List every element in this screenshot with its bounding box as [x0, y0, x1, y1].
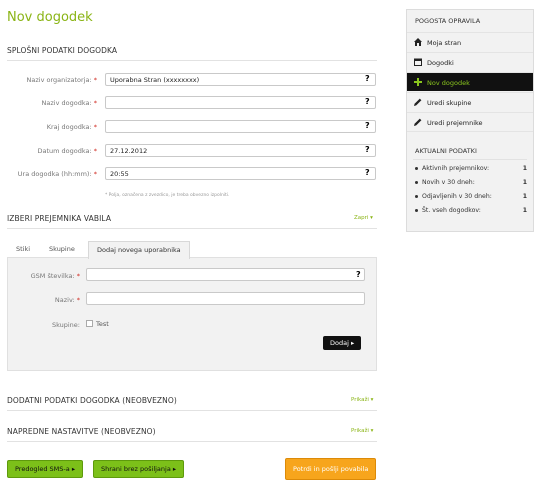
event-place-field[interactable] [105, 120, 376, 133]
pencil-icon [414, 98, 422, 106]
sidebar-item-label: Uredi prejemnike [427, 119, 483, 127]
sidebar-title: POGOSTA OPRAVILA [415, 17, 481, 25]
plus-icon [414, 78, 422, 86]
help-icon[interactable]: ? [365, 145, 370, 154]
page-title: Nov dogodek [7, 10, 93, 25]
sidebar-item-my-page[interactable]: Moja stran [407, 32, 533, 51]
expand-toggle-extra[interactable]: Prikaži ▾ [351, 397, 373, 403]
preview-sms-button[interactable]: Predogled SMS-a ▸ [7, 460, 84, 478]
group-option-label: Test [96, 320, 109, 328]
event-name-field[interactable] [105, 96, 376, 109]
calendar-icon [414, 58, 422, 66]
stats-title: AKTUALNI PODATKI [415, 147, 477, 155]
event-place-label: Kraj dogodka: * [46, 123, 97, 131]
groups-label: Skupine: [51, 321, 80, 329]
divider [7, 441, 377, 442]
stat-unsubscribed-30-days: Odjavljenih v 30 dneh: 1 [407, 193, 533, 200]
section-title-extra: DODATNI PODATKI DOGODKA (NEOBVEZNO) [7, 396, 177, 405]
sidebar-item-label: Moja stran [427, 39, 462, 47]
gsm-label: GSM številka: * [30, 272, 80, 280]
name-field[interactable] [86, 292, 365, 305]
event-date-label: Datum dogodka: * [37, 147, 97, 155]
section-title-advanced: NAPREDNE NASTAVITVE (NEOBVEZNO) [7, 427, 156, 436]
sidebar-item-label: Uredi skupine [427, 99, 472, 107]
stat-new-30-days: Novih v 30 dneh: 1 [407, 179, 533, 186]
help-icon[interactable]: ? [365, 97, 370, 106]
sidebar-item-edit-recipients[interactable]: Uredi prejemnike [407, 112, 533, 132]
add-button[interactable]: Dodaj ▸ [323, 336, 362, 350]
section-title-general: SPLOŠNI PODATKI DOGODKA [7, 46, 118, 55]
divider [7, 228, 377, 229]
tab-add-user[interactable]: Dodaj novega uporabnika [88, 241, 190, 259]
name-label: Naziv: * [54, 296, 80, 304]
sidebar-item-label: Nov dogodek [427, 79, 470, 87]
divider [7, 60, 377, 61]
tab-groups[interactable]: Skupine [49, 241, 75, 258]
event-time-label: Ura dogodka (hh:mm): * [17, 170, 97, 178]
home-icon [414, 38, 422, 46]
stat-active-recipients: Aktivnih prejemnikov: 1 [407, 165, 533, 172]
collapse-toggle[interactable]: Zapri ▾ [354, 215, 373, 221]
help-icon[interactable]: ? [365, 74, 370, 83]
confirm-send-button[interactable]: Potrdi in pošlji povabila [285, 458, 377, 480]
help-icon[interactable]: ? [356, 270, 361, 279]
section-title-recipients: IZBERI PREJEMNIKA VABILA [7, 214, 112, 223]
sidebar-item-label: Dogodki [427, 59, 454, 67]
event-time-field[interactable]: 20:55 [105, 167, 376, 180]
save-without-sending-button[interactable]: Shrani brez pošiljanja ▸ [93, 460, 185, 478]
stat-total-events: Št. vseh dogodkov: 1 [407, 207, 533, 214]
pencil-icon [414, 118, 422, 126]
organizer-field[interactable]: Uporabna Stran (xxxxxxxx) [105, 73, 376, 86]
help-icon[interactable]: ? [365, 168, 370, 177]
event-date-field[interactable]: 27.12.2012 [105, 144, 376, 157]
divider [413, 159, 527, 160]
group-checkbox[interactable] [86, 320, 93, 327]
tab-contacts[interactable]: Stiki [16, 241, 30, 258]
expand-toggle-advanced[interactable]: Prikaži ▾ [351, 428, 373, 434]
event-name-label: Naziv dogodka: * [41, 99, 97, 107]
gsm-field[interactable] [86, 268, 365, 281]
sidebar-item-new-event[interactable]: Nov dogodek [407, 72, 533, 91]
sidebar-item-events[interactable]: Dogodki [407, 52, 533, 71]
sidebar-item-edit-groups[interactable]: Uredi skupine [407, 92, 533, 111]
required-note: * Polja, označena z zvezdico, je treba o… [105, 193, 230, 198]
organizer-label: Naziv organizatorja: * [26, 76, 97, 84]
help-icon[interactable]: ? [365, 121, 370, 130]
divider [7, 410, 377, 411]
sidebar: POGOSTA OPRAVILA Moja stran Dogodki Nov … [406, 9, 534, 232]
